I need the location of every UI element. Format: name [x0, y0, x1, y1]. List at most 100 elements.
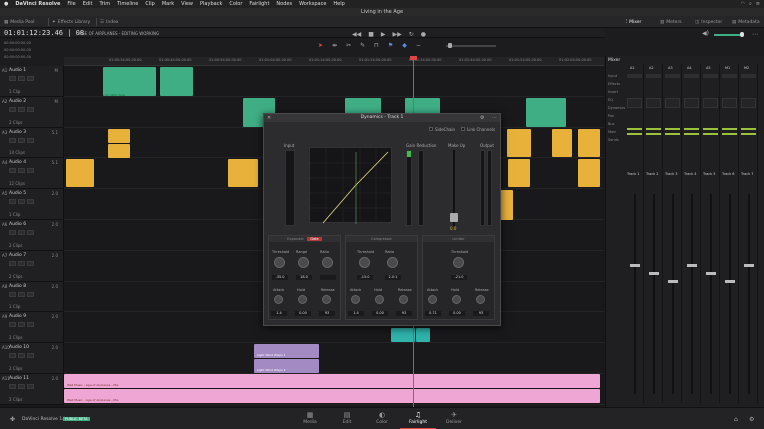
metadata-button[interactable]: ▤ Metadata [732, 16, 760, 28]
audio-clip[interactable] [508, 159, 530, 187]
mute-button[interactable] [27, 384, 34, 389]
mute-button[interactable] [27, 291, 34, 297]
bus-assign[interactable] [684, 133, 699, 135]
knob-value[interactable]: 2.0:1 [385, 275, 401, 280]
audio-clip[interactable] [552, 129, 572, 157]
audio-clip[interactable]: A1_Wild_Amb [103, 67, 156, 97]
record-arm-button[interactable] [9, 230, 16, 235]
track-header[interactable]: A8 Audio 8 2.0 1 Clip [0, 281, 64, 313]
audio-clip[interactable] [66, 159, 94, 187]
dynamics-knob[interactable] [322, 295, 331, 304]
solo-button[interactable] [18, 137, 25, 143]
menu-fairlight[interactable]: Fairlight [249, 1, 269, 7]
apple-menu-icon[interactable]: ● [4, 1, 8, 7]
eq-thumbnail[interactable] [646, 98, 661, 108]
knob-value[interactable]: 93 [473, 311, 489, 316]
input-selector[interactable] [627, 74, 642, 78]
menu-nodes[interactable]: Nodes [276, 1, 292, 7]
effects-library-button[interactable]: ✦ Effects Library [52, 16, 90, 28]
inspector-button[interactable]: ◫ Inspector [695, 16, 722, 28]
track-header[interactable]: A6 Audio 6 2.0 2 Clips [0, 220, 64, 251]
audio-clip[interactable] [526, 98, 566, 127]
monitor-volume-slider[interactable] [714, 34, 740, 36]
menu-help[interactable]: Help [333, 1, 344, 7]
solo-button[interactable] [18, 291, 25, 297]
snap-icon[interactable]: ⊓ [374, 42, 379, 49]
dynamics-knob[interactable] [453, 257, 464, 268]
track-header[interactable]: A1 Audio 1 M 1 Clip [0, 66, 64, 97]
bus-assign[interactable] [665, 133, 680, 135]
track-name[interactable]: Audio 10 [9, 345, 29, 350]
solo-button[interactable] [18, 384, 25, 389]
limiter-header[interactable]: Limiter [423, 236, 494, 242]
record-arm-button[interactable] [9, 76, 16, 81]
dynamics-knob[interactable] [375, 295, 384, 304]
link-channels-checkbox[interactable] [461, 127, 465, 131]
knob-value[interactable]: 1.4 [271, 311, 287, 316]
bus-assign[interactable] [722, 133, 737, 135]
solo-button[interactable] [18, 76, 25, 81]
track-header[interactable]: A5 Audio 5 2.0 1 Clip [0, 189, 64, 220]
menu-file[interactable]: File [67, 1, 75, 7]
audio-clip[interactable] [578, 159, 600, 187]
dynamics-title[interactable]: Dynamics - Track 1 [264, 114, 500, 122]
menu-app[interactable]: DaVinci Resolve [15, 1, 60, 7]
page-media[interactable]: ▦ Media [292, 411, 328, 429]
bus-assign[interactable] [722, 128, 737, 130]
solo-button[interactable] [18, 260, 25, 266]
track-name[interactable]: Audio 11 [9, 376, 29, 381]
eq-thumbnail[interactable] [741, 98, 756, 108]
audio-clip[interactable]: Light Wind Wisps 2 [254, 359, 319, 373]
track-name[interactable]: Audio 4 [9, 160, 26, 165]
settings-gear-icon[interactable]: ⚙ [749, 416, 754, 423]
expander-tab[interactable]: Expander [287, 237, 304, 241]
mute-button[interactable] [27, 76, 34, 81]
mute-button[interactable] [27, 137, 34, 143]
audio-clip[interactable] [108, 144, 130, 158]
track-name[interactable]: Audio 2 [9, 99, 26, 104]
bus-assign[interactable] [703, 128, 718, 130]
track-name[interactable]: Audio 3 [9, 130, 26, 135]
audio-clip[interactable]: Wall Music - Age of Airplanes - Mix [64, 374, 600, 388]
knob-value[interactable]: 0.00 [449, 311, 465, 316]
solo-button[interactable] [18, 106, 25, 112]
input-selector[interactable] [703, 74, 718, 78]
page-edit[interactable]: ▤ Edit [329, 411, 365, 429]
sidechain-checkbox[interactable] [429, 127, 433, 131]
dynamics-knob[interactable] [476, 295, 485, 304]
channel-fader[interactable] [649, 272, 659, 275]
volume-icon[interactable]: ◀) [702, 30, 709, 37]
dynamics-knob[interactable] [452, 295, 461, 304]
audio-clip[interactable] [507, 129, 531, 157]
menu-mark[interactable]: Mark [162, 1, 174, 7]
record-arm-button[interactable] [9, 106, 16, 112]
bus-assign[interactable] [665, 128, 680, 130]
record-arm-button[interactable] [9, 291, 16, 297]
track-name[interactable]: Audio 6 [9, 222, 26, 227]
track-lane[interactable] [64, 343, 605, 374]
more-options-icon[interactable]: ⋯ [752, 31, 758, 38]
menu-timeline[interactable]: Timeline [117, 1, 138, 7]
track-header[interactable]: A4 Audio 4 5.1 12 Clips [0, 158, 64, 190]
close-icon[interactable]: ✕ [267, 115, 271, 121]
knob-value[interactable]: -15.0 [357, 275, 373, 280]
menu-workspace[interactable]: Workspace [299, 1, 326, 7]
meters-button[interactable]: ▥ Meters [660, 16, 682, 28]
dynamics-knob[interactable] [274, 257, 285, 268]
bus-assign[interactable] [646, 128, 661, 130]
input-selector[interactable] [646, 74, 661, 78]
input-selector[interactable] [665, 74, 680, 78]
eq-thumbnail[interactable] [627, 98, 642, 108]
audio-clip[interactable] [228, 159, 258, 187]
record-icon[interactable]: ● [421, 31, 426, 38]
track-header[interactable]: A11 Audio 11 2.0 2 Clips [0, 374, 64, 405]
mute-button[interactable] [27, 322, 34, 328]
fast-forward-icon[interactable]: ▶▶ [393, 31, 402, 38]
solo-button[interactable] [18, 353, 25, 359]
record-arm-button[interactable] [9, 168, 16, 174]
channel-fader[interactable] [725, 280, 735, 283]
knob-value[interactable] [320, 275, 336, 280]
track-header[interactable]: A10 Audio 10 2.0 2 Clips [0, 343, 64, 374]
channel-fader[interactable] [706, 272, 716, 275]
audio-clip[interactable] [416, 328, 430, 342]
